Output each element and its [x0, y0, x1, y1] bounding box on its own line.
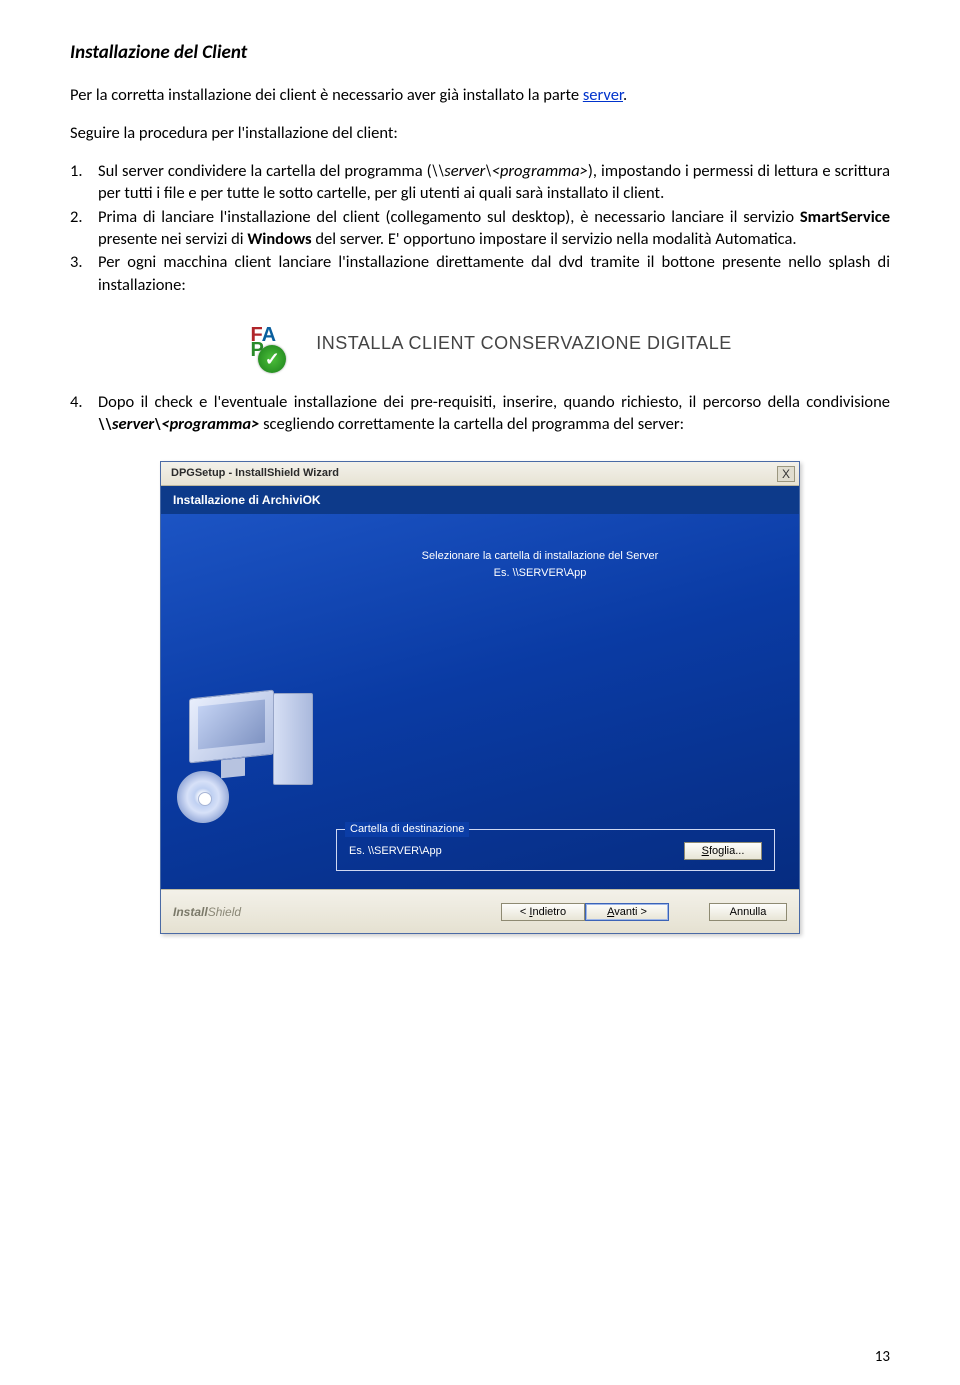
monitor-stand-icon	[221, 758, 245, 779]
wizard-title: DPGSetup - InstallShield Wizard	[165, 466, 777, 481]
check-icon: ✓	[258, 345, 286, 373]
step-4-path: \\server\<programma>	[98, 414, 259, 434]
monitor-icon	[189, 690, 274, 764]
close-button[interactable]: X	[777, 466, 795, 482]
step-4-text-a: Dopo il check e l'eventuale installazion…	[98, 392, 890, 412]
intro-suffix: .	[623, 85, 627, 105]
step-2-text-e: del server. E' opportuno impostare il se…	[312, 229, 797, 249]
wizard-footer: InstallShield < Indietro Avanti > Annull…	[161, 889, 799, 933]
cancel-button[interactable]: Annulla	[709, 903, 787, 921]
destination-path-text: Es. \\SERVER\App	[349, 844, 442, 859]
steps-list: Sul server condividere la cartella del p…	[70, 160, 890, 296]
destination-label: Cartella di destinazione	[345, 822, 469, 837]
wizard-body: Selezionare la cartella di installazione…	[161, 514, 799, 889]
step-2-text-c: presente nei servizi di	[98, 229, 247, 249]
wizard-nav-buttons: < Indietro Avanti >	[501, 903, 669, 921]
computer-illustration	[179, 669, 329, 819]
page-number: 13	[875, 1347, 890, 1367]
step-3: Per ogni macchina client lanciare l'inst…	[70, 251, 890, 296]
browse-hotkey: S	[702, 845, 709, 857]
banner-text: INSTALLA CLIENT CONSERVAZIONE DIGITALE	[316, 331, 731, 355]
install-banner: FAP ✓ INSTALLA CLIENT CONSERVAZIONE DIGI…	[70, 316, 890, 371]
destination-fieldset: Cartella di destinazione Es. \\SERVER\Ap…	[336, 829, 775, 871]
step-1: Sul server condividere la cartella del p…	[70, 160, 890, 205]
fap-logo: FAP ✓	[228, 316, 298, 371]
step-2-service: SmartService	[800, 207, 890, 227]
steps-list-2: Dopo il check e l'eventuale installazion…	[70, 391, 890, 436]
installshield-logo: InstallShield	[173, 904, 241, 920]
wizard-subtitle: Installazione di ArchiviOK	[161, 486, 799, 514]
step-4: Dopo il check e l'eventuale installazion…	[70, 391, 890, 436]
intro-prefix: Per la corretta installazione dei client…	[70, 85, 583, 105]
step-2: Prima di lanciare l'installazione del cl…	[70, 206, 890, 251]
cd-icon	[177, 771, 229, 823]
browse-button[interactable]: Sfoglia...	[684, 842, 762, 860]
wizard-instruction: Selezionare la cartella di installazione…	[305, 548, 775, 581]
back-button[interactable]: < Indietro	[501, 903, 585, 921]
step-2-windows: Windows	[247, 229, 311, 249]
wizard-titlebar: DPGSetup - InstallShield Wizard X	[161, 462, 799, 486]
step-2-text-a: Prima di lanciare l'installazione del cl…	[98, 207, 800, 227]
brand-install: Install	[173, 905, 208, 919]
next-rest: vanti >	[614, 906, 647, 918]
server-link[interactable]: server	[583, 85, 623, 105]
back-rest: ndietro	[532, 906, 566, 918]
pc-case-icon	[273, 693, 313, 785]
section-heading: Installazione del Client	[70, 40, 890, 66]
intro-paragraph-2: Seguire la procedura per l'installazione…	[70, 122, 890, 144]
step-1-path: \\server\<programma>	[432, 161, 588, 181]
wizard-instr-line2: Es. \\SERVER\App	[305, 565, 775, 582]
step-1-text-a: Sul server condividere la cartella del p…	[98, 161, 432, 181]
wizard-instr-line1: Selezionare la cartella di installazione…	[305, 548, 775, 565]
install-wizard-window: DPGSetup - InstallShield Wizard X Instal…	[160, 461, 800, 934]
browse-rest: foglia...	[709, 845, 744, 857]
back-prefix: <	[520, 906, 529, 918]
step-4-text-c: scegliendo correttamente la cartella del…	[259, 414, 684, 434]
next-button[interactable]: Avanti >	[585, 903, 669, 921]
brand-shield: Shield	[208, 905, 241, 919]
intro-paragraph: Per la corretta installazione dei client…	[70, 84, 890, 106]
